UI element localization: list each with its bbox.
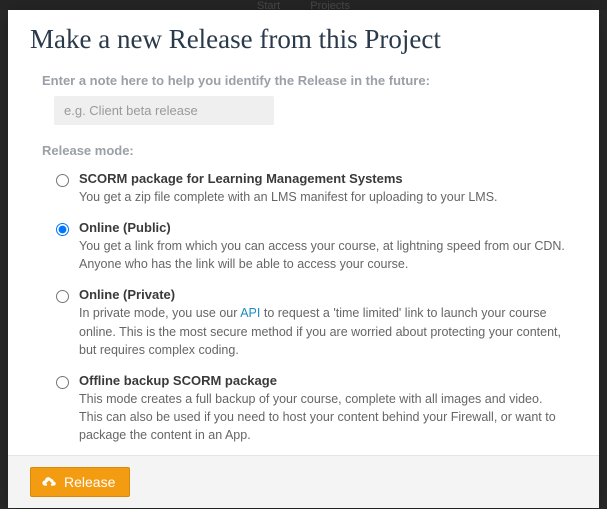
radio-offline-backup[interactable] bbox=[56, 376, 69, 389]
radio-scorm-lms[interactable] bbox=[56, 174, 69, 187]
option-desc: You get a zip file complete with an LMS … bbox=[79, 188, 567, 206]
option-title: Online (Public) bbox=[79, 220, 567, 235]
radio-online-private[interactable] bbox=[56, 290, 69, 303]
note-label: Enter a note here to help you identify t… bbox=[42, 73, 577, 88]
radio-online-public[interactable] bbox=[56, 223, 69, 236]
option-desc: This mode creates a full backup of your … bbox=[79, 390, 567, 444]
option-title: Offline backup SCORM package bbox=[79, 373, 567, 388]
option-online-private[interactable]: Online (Private) In private mode, you us… bbox=[30, 282, 577, 367]
release-button[interactable]: Release bbox=[30, 467, 130, 497]
option-desc: You get a link from which you can access… bbox=[79, 237, 567, 273]
option-desc: In private mode, you use our API to requ… bbox=[79, 304, 567, 358]
mode-label: Release mode: bbox=[42, 143, 577, 158]
modal-footer: Release bbox=[8, 455, 599, 508]
top-nav: Start Projects bbox=[0, 0, 607, 10]
release-note-input[interactable] bbox=[54, 96, 274, 125]
option-online-public[interactable]: Online (Public) You get a link from whic… bbox=[30, 215, 577, 282]
nav-start[interactable]: Start bbox=[257, 0, 280, 10]
modal-body: Make a new Release from this Project Ent… bbox=[8, 10, 599, 455]
option-scorm-lms[interactable]: SCORM package for Learning Management Sy… bbox=[30, 166, 577, 215]
option-title: Online (Private) bbox=[79, 287, 567, 302]
cloud-upload-icon bbox=[41, 476, 57, 488]
option-offline-backup[interactable]: Offline backup SCORM package This mode c… bbox=[30, 368, 577, 453]
nav-projects[interactable]: Projects bbox=[310, 0, 350, 10]
release-button-label: Release bbox=[64, 474, 115, 490]
release-modal: Make a new Release from this Project Ent… bbox=[8, 10, 599, 508]
modal-title: Make a new Release from this Project bbox=[30, 24, 577, 55]
option-title: SCORM package for Learning Management Sy… bbox=[79, 171, 567, 186]
api-link[interactable]: API bbox=[240, 306, 260, 320]
